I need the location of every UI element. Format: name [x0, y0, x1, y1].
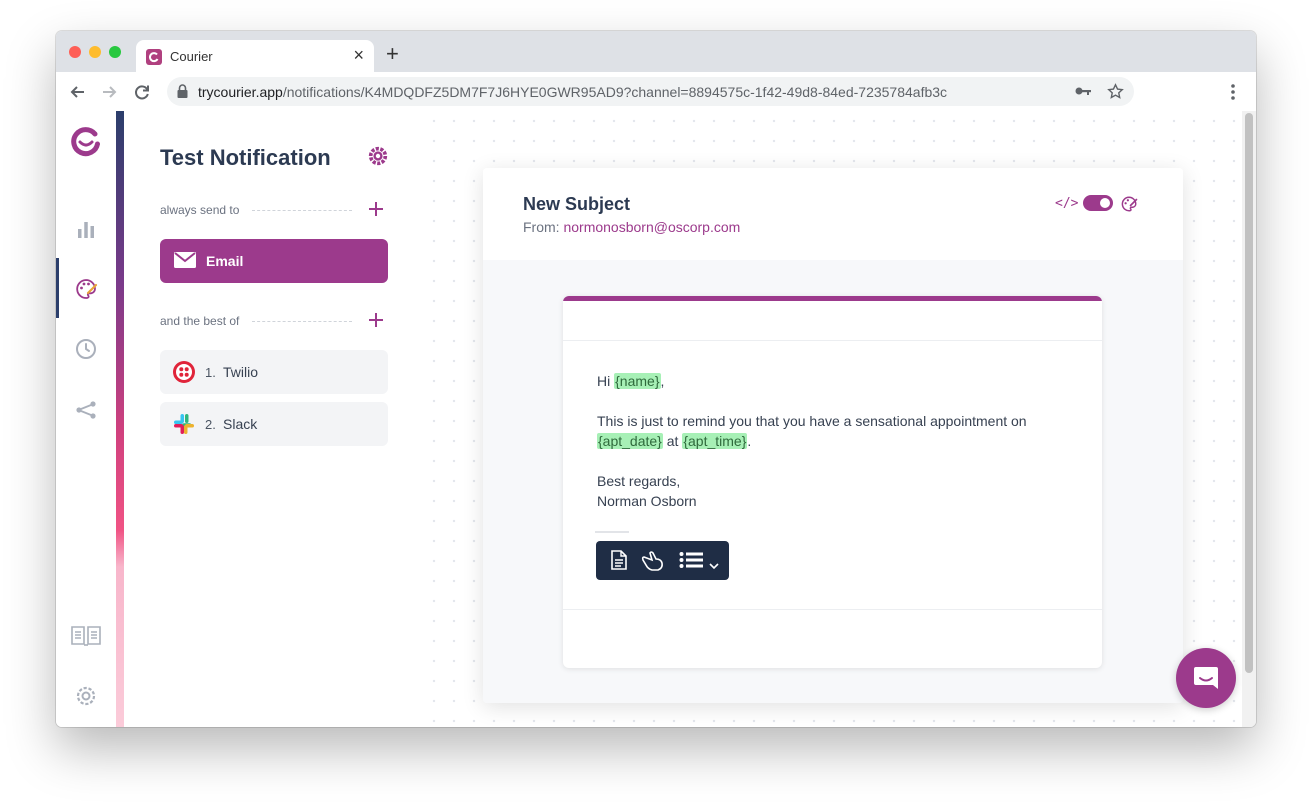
body-line-variables[interactable]: {apt_date} at {apt_time}.: [597, 431, 751, 451]
provider-name: Twilio: [223, 364, 259, 380]
greeting-comma: ,: [660, 373, 665, 389]
greeting-line[interactable]: Hi {name},: [597, 371, 664, 391]
email-body-area: Hi {name}, This is just to remind you th…: [483, 260, 1183, 703]
url-path: /notifications/K4MDQDFZ5DM7F7J6HYE0GWR95…: [282, 84, 948, 100]
reload-icon[interactable]: [132, 82, 152, 102]
twilio-icon: [173, 361, 195, 383]
browser-window: Courier × + trycourier.app/notifications…: [56, 31, 1256, 727]
address-bar[interactable]: trycourier.app/notifications/K4MDQDFZ5DM…: [167, 77, 1134, 106]
courier-favicon-icon: [146, 49, 162, 65]
tab-bar: Courier × +: [56, 31, 1256, 72]
chat-icon: [1194, 667, 1218, 689]
minimize-window-button[interactable]: [89, 46, 101, 58]
provider-priority: 1.: [205, 365, 216, 380]
notification-settings-gear-icon[interactable]: [367, 145, 389, 167]
email-preview-card: New Subject From: normonosborn@oscorp.co…: [483, 168, 1183, 703]
active-nav-indicator: [56, 258, 59, 318]
browser-toolbar: trycourier.app/notifications/K4MDQDFZ5DM…: [56, 72, 1256, 112]
email-header: New Subject From: normonosborn@oscorp.co…: [483, 168, 1183, 260]
scrollbar-thumb[interactable]: [1245, 113, 1253, 673]
signoff-line[interactable]: Best regards,: [597, 471, 680, 491]
bar-chart-icon[interactable]: [74, 217, 98, 241]
list-icon[interactable]: [679, 550, 705, 570]
email-from: From: normonosborn@oscorp.com: [523, 219, 740, 235]
email-subject[interactable]: New Subject: [523, 194, 630, 215]
always-send-label: always send to: [160, 203, 240, 217]
email-channel-button[interactable]: Email: [160, 239, 388, 283]
bookmark-star-icon[interactable]: [1107, 83, 1124, 100]
provider-item-slack[interactable]: 2. Slack: [160, 402, 388, 446]
clock-icon[interactable]: [74, 337, 98, 361]
document-icon[interactable]: [610, 550, 628, 570]
maximize-window-button[interactable]: [109, 46, 121, 58]
email-template: Hi {name}, This is just to remind you th…: [563, 296, 1102, 668]
url-text: trycourier.app/notifications/K4MDQDFZ5DM…: [198, 84, 947, 100]
forward-arrow-icon[interactable]: [99, 82, 119, 102]
palette-icon[interactable]: [74, 277, 98, 301]
apt-date-variable[interactable]: {apt_date}: [597, 433, 663, 449]
envelope-icon: [174, 252, 196, 268]
add-provider-icon[interactable]: [368, 312, 384, 328]
url-domain: trycourier.app: [198, 84, 283, 100]
back-arrow-icon[interactable]: [68, 82, 88, 102]
browser-menu-icon[interactable]: [1230, 83, 1236, 101]
block-toolbar: [596, 541, 729, 580]
footer-divider: [563, 609, 1102, 610]
share-icon[interactable]: [74, 398, 98, 422]
lock-icon: [177, 84, 188, 98]
settings-icon[interactable]: [74, 684, 98, 708]
body-line[interactable]: This is just to remind you that you have…: [597, 411, 1027, 431]
template-brand-bar: [563, 296, 1102, 301]
brand-palette-icon[interactable]: [1120, 195, 1138, 213]
courier-logo-icon[interactable]: [70, 125, 102, 157]
signature-line[interactable]: Norman Osborn: [597, 491, 697, 511]
book-icon[interactable]: [70, 624, 102, 648]
hand-pointer-icon[interactable]: [641, 550, 665, 572]
from-label: From:: [523, 219, 560, 235]
name-variable[interactable]: {name}: [614, 373, 661, 389]
best-of-label: and the best of: [160, 314, 240, 328]
add-channel-icon[interactable]: [368, 201, 384, 217]
close-tab-icon[interactable]: ×: [353, 45, 364, 65]
slack-icon: [174, 414, 194, 434]
brand-gradient-stripe: [116, 111, 124, 727]
editor-canvas: New Subject From: normonosborn@oscorp.co…: [424, 111, 1242, 727]
left-nav-rail: [56, 111, 116, 727]
greeting-text: Hi: [597, 373, 611, 389]
provider-name: Slack: [223, 416, 258, 432]
provider-item-twilio[interactable]: 1. Twilio: [160, 350, 388, 394]
key-icon[interactable]: [1074, 83, 1092, 99]
block-divider: [595, 531, 629, 533]
page-title: Test Notification: [160, 145, 331, 170]
page-scrollbar[interactable]: [1242, 111, 1256, 727]
header-divider: [563, 340, 1102, 341]
section-divider: [252, 321, 352, 322]
chat-launcher-button[interactable]: [1176, 648, 1236, 708]
toggle-knob: [1100, 198, 1110, 208]
new-tab-icon[interactable]: +: [386, 43, 399, 65]
provider-priority: 2.: [205, 417, 216, 432]
browser-tab-courier[interactable]: Courier ×: [136, 40, 374, 72]
notification-config-panel: Test Notification always send to Email a…: [124, 111, 424, 727]
close-window-button[interactable]: [69, 46, 81, 58]
section-divider: [252, 210, 352, 211]
period-text: .: [747, 433, 752, 449]
tab-title: Courier: [170, 49, 213, 64]
email-channel-label: Email: [206, 253, 244, 269]
apt-time-variable[interactable]: {apt_time}: [682, 433, 748, 449]
at-text: at: [666, 433, 679, 449]
chevron-down-icon[interactable]: [709, 563, 719, 570]
view-toggle[interactable]: [1083, 195, 1113, 211]
from-address[interactable]: normonosborn@oscorp.com: [563, 219, 740, 235]
code-view-icon[interactable]: </>: [1055, 196, 1078, 211]
courier-app: Test Notification always send to Email a…: [56, 111, 1256, 727]
